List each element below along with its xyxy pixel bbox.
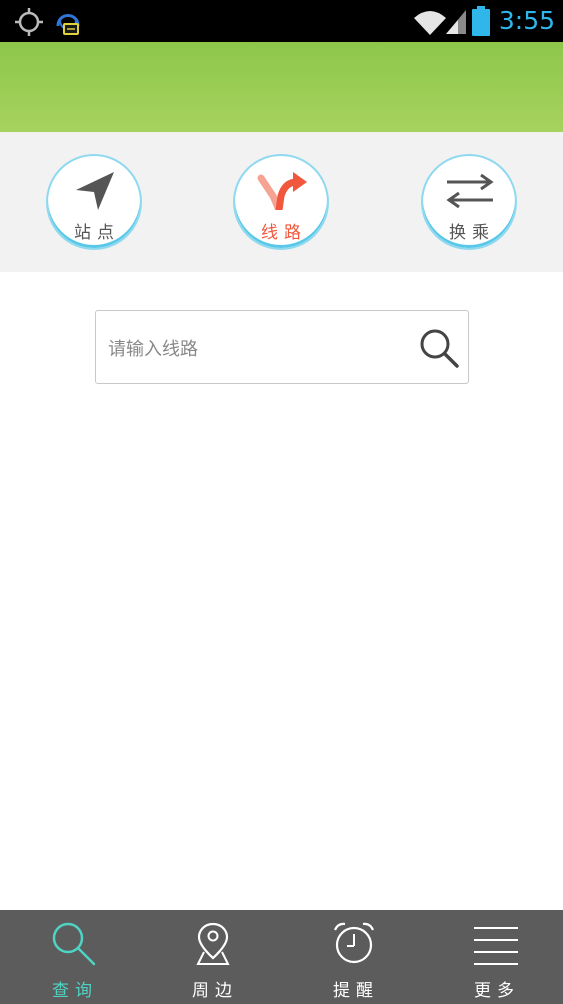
mode-selector: 站点 线路 换乘 [0,132,563,272]
nav-label-remind: 提醒 [333,981,379,1001]
app-screen: 3:55 站点 线路 换乘 请输入线路 查询 周边 提醒 更多 [0,0,563,1004]
menu-lines-icon [474,927,518,965]
station-mode-button[interactable]: 站点 [46,154,142,250]
alarm-clock-icon [333,922,375,964]
route-search-box [95,310,469,384]
nav-label-nearby: 周边 [192,981,238,1001]
nav-label-more: 更多 [474,981,520,1001]
transfer-mode-button[interactable]: 换乘 [421,154,517,250]
app-header [0,42,563,132]
nav-item-more[interactable]: 更多 [424,910,563,1004]
nav-item-remind[interactable]: 提醒 [283,910,423,1004]
route-mode-button[interactable]: 线路 [233,154,329,250]
nav-item-nearby[interactable]: 周边 [142,910,282,1004]
status-time: 3:55 [498,6,555,35]
transfer-mode-label: 换乘 [449,223,495,243]
route-split-icon [257,172,307,210]
transfer-arrows-icon [446,173,494,209]
status-bar: 3:55 [0,0,563,42]
search-icon[interactable] [418,327,460,369]
nav-label-query: 查询 [52,981,98,1001]
signal-icon [446,10,466,34]
assistant-icon [56,14,80,35]
search-icon [52,922,96,966]
station-mode-label: 站点 [74,223,120,243]
locate-icon [15,8,43,36]
wifi-icon [414,11,446,35]
map-pin-icon [196,922,230,965]
nav-item-query[interactable]: 查询 [2,910,142,1004]
battery-icon [472,6,490,36]
route-search-input[interactable] [106,329,410,369]
navigation-arrow-icon [76,172,114,210]
bottom-navigation: 查询 周边 提醒 更多 [0,910,563,1004]
route-mode-label: 线路 [261,223,307,243]
